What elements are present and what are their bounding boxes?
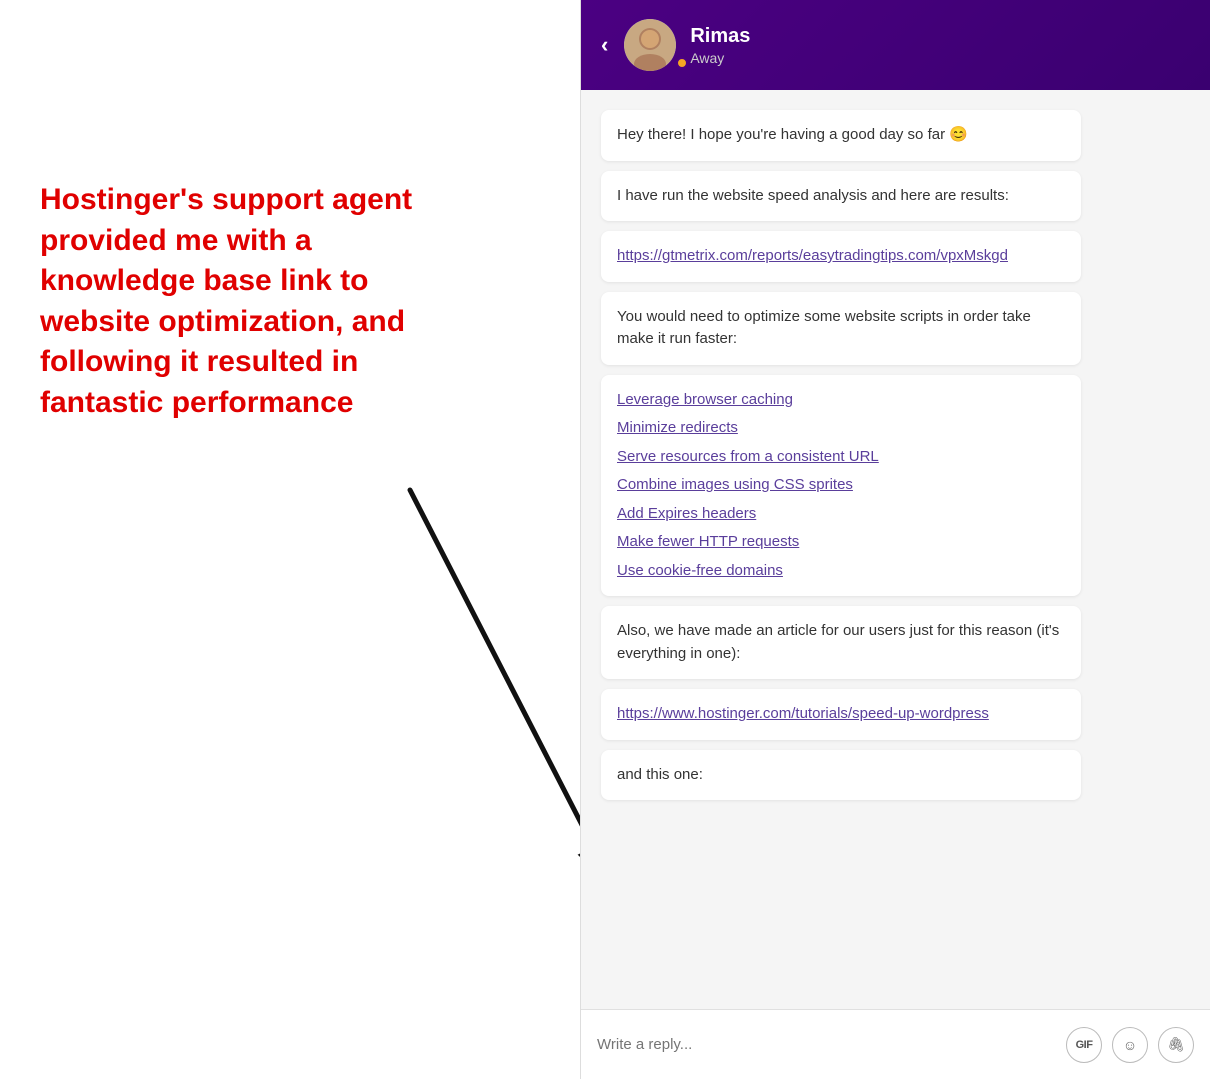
attach-button[interactable]: 🖇 [1158,1027,1194,1063]
avatar-wrapper [624,19,690,71]
link-cookie-free[interactable]: Use cookie-free domains [617,562,783,579]
message-6: Also, we have made an article for our us… [601,606,1081,679]
back-button[interactable]: ‹ [601,32,608,58]
status-dot [676,57,688,69]
message-1: Hey there! I hope you're having a good d… [601,110,1081,161]
user-status: Away [690,50,750,66]
msg2-text: I have run the website speed analysis an… [617,185,1065,208]
link-combine-images[interactable]: Combine images using CSS sprites [617,476,853,493]
chat-messages[interactable]: Hey there! I hope you're having a good d… [581,90,1210,1009]
left-panel: Hostinger's support agent provided me wi… [0,0,580,1079]
hostinger-link[interactable]: https://www.hostinger.com/tutorials/spee… [617,705,989,722]
message-7: https://www.hostinger.com/tutorials/spee… [601,689,1081,740]
reply-input[interactable] [597,1036,1066,1053]
message-4: You would need to optimize some website … [601,292,1081,365]
gtmetrix-link[interactable]: https://gtmetrix.com/reports/easytrading… [617,247,1008,264]
chat-input-icons: GIF ☺ 🖇 [1066,1027,1194,1063]
link-serve-resources[interactable]: Serve resources from a consistent URL [617,448,879,465]
emoji-icon: ☺ [1123,1037,1137,1053]
link-minimize-redirects[interactable]: Minimize redirects [617,419,738,436]
link-fewer-http[interactable]: Make fewer HTTP requests [617,533,799,550]
gif-button[interactable]: GIF [1066,1027,1102,1063]
user-name: Rimas [690,25,750,48]
link-leverage-browser-caching[interactable]: Leverage browser caching [617,391,793,408]
msg6-text: Also, we have made an article for our us… [617,620,1065,665]
chat-header: ‹ Rimas Away [581,0,1210,90]
chat-panel: ‹ Rimas Away Hey there! I hope you're ha… [580,0,1210,1079]
message-2: I have run the website speed analysis an… [601,171,1081,222]
avatar [624,19,676,71]
msg8-text: and this one: [617,764,1065,787]
annotation-text: Hostinger's support agent provided me wi… [40,180,460,423]
message-8: and this one: [601,750,1081,801]
message-3: https://gtmetrix.com/reports/easytrading… [601,231,1081,282]
chat-user-info: Rimas Away [690,25,750,66]
link-add-expires[interactable]: Add Expires headers [617,505,756,522]
emoji-button[interactable]: ☺ [1112,1027,1148,1063]
paperclip-icon: 🖇 [1167,1036,1185,1053]
chat-input-area: GIF ☺ 🖇 [581,1009,1210,1079]
msg1-text: Hey there! I hope you're having a good d… [617,124,1065,147]
msg4-text: You would need to optimize some website … [617,306,1065,351]
message-5: Leverage browser caching Minimize redire… [601,375,1081,597]
